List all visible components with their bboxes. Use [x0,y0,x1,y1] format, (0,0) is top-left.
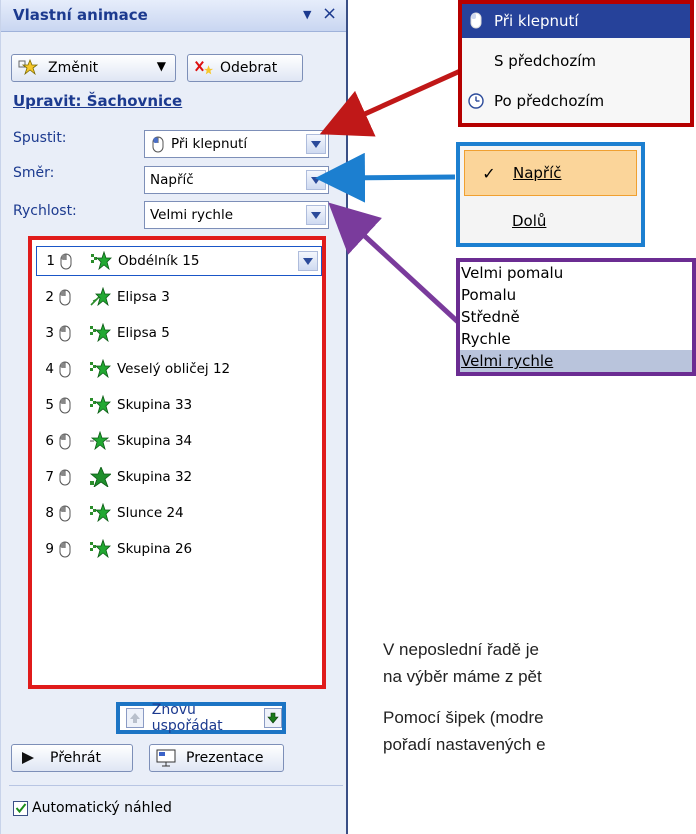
start-option-with-previous[interactable]: S předchozím [462,44,690,78]
speed-option-selected[interactable]: Velmi rychle [460,350,692,372]
direction-callout-arrow [315,152,456,203]
start-option-after-previous[interactable]: Po předchozím [462,84,690,118]
start-dropdown-popup: Při klepnutí S předchozím Po předchozím [458,0,694,127]
start-callout-arrow [319,60,480,137]
mouse-icon [470,12,482,29]
direction-option-across[interactable]: ✓ Napříč [464,150,637,196]
direction-option-label: Napříč [513,164,562,182]
start-option-label: S předchozím [494,52,596,70]
speed-callout-arrow [328,202,460,324]
paragraph-line: pořadí nastavených e [383,735,546,754]
direction-dropdown-popup: ✓ Napříč Dolů [456,142,645,247]
start-option-label: Po předchozím [494,92,605,110]
start-option-on-click[interactable]: Při klepnutí [462,4,690,38]
paragraph-line: Pomocí šipek (modre [383,708,544,727]
speed-option[interactable]: Velmi pomalu [460,262,692,284]
speed-dropdown-popup: Velmi pomalu Pomalu Středně Rychle Velmi… [456,258,696,376]
paragraph-line: V neposlední řadě je [383,640,539,659]
paragraph-line: na výběr máme z pět [383,667,542,686]
check-icon: ✓ [482,163,496,183]
clock-icon [468,93,484,109]
start-option-label: Při klepnutí [494,12,579,30]
speed-option[interactable]: Rychle [460,328,692,350]
direction-option-down[interactable]: Dolů [464,198,637,244]
direction-option-label: Dolů [512,212,547,230]
speed-option[interactable]: Pomalu [460,284,692,306]
speed-option[interactable]: Středně [460,306,692,328]
